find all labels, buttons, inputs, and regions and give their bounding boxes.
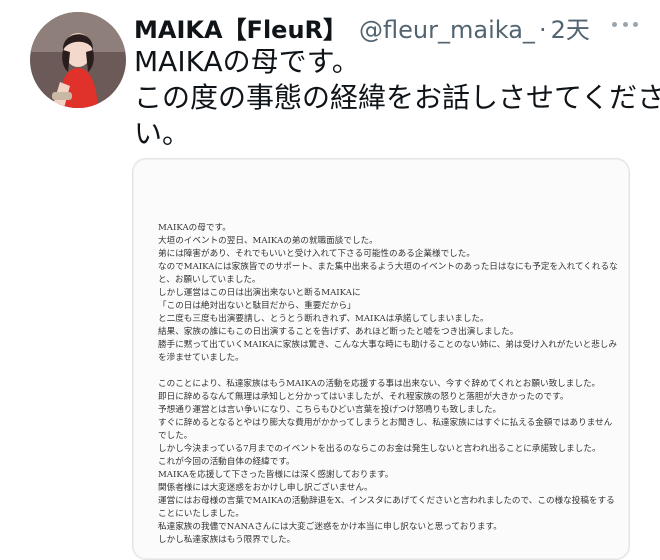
doc-line: でした。: [158, 431, 193, 441]
doc-line: と二度も三度も出演要請し、とうとう断れきれず、MAIKAは承諾してしまいました。: [158, 314, 489, 324]
doc-line: 予想通り運営とは言い争いになり、こちらもひどい言葉を投げつけ怒鳴りも致しました。: [158, 405, 502, 415]
doc-line: 関係者様には大変迷惑をおかけし申し訳ございません。: [158, 483, 373, 493]
dot-icon: [622, 21, 628, 27]
doc-line: なのでMAIKAには家族皆でのサポート、また集中出来るよう大垣のイベントのあった…: [158, 262, 618, 272]
user-handle[interactable]: @fleur_maika_: [359, 16, 535, 44]
doc-line: MAIKAの母です。: [158, 223, 231, 233]
doc-line: これが今回の活動自体の経緯です。: [158, 457, 295, 467]
dot-icon: [612, 21, 617, 27]
doc-line: 私達家族の我儘でNANAさんには大変ご迷惑をかけ本当に申し訳ないと思っております…: [158, 522, 502, 532]
doc-line: 即日に辞めるなんて無理は承知しと分かってはいましたが、それ程家族の怒りと落胆が大…: [158, 392, 569, 402]
dot-icon: [633, 21, 638, 27]
tweet-text-line: MAIKAの母です。: [134, 45, 360, 78]
doc-line: 運営にはお母様の言葉でMAIKAの活動辞退をX、インスタにあげてくださいと言われ…: [158, 496, 615, 506]
avatar[interactable]: [30, 12, 126, 108]
statement-document: MAIKAの母です。 大垣のイベントの翌日、MAIKAの弟の就職面談でした。 弟…: [158, 222, 618, 547]
tweet-text-line: この度の事態の経緯をお話しさせてくださ: [134, 81, 660, 114]
doc-line: と、お願いしていました。: [158, 275, 261, 285]
doc-line: しかし運営はこの日は出演出来ないと断るMAIKAに: [158, 288, 361, 298]
doc-line: すぐに辞めるとなるとやはり膨大な費用がかかってしまうとお聞きし、私達家族にはすぐ…: [158, 418, 613, 428]
timestamp[interactable]: 2天: [551, 10, 590, 45]
doc-line: しかし今決まっている7月までのイベントを出るのならこのお金は発生しないと言われ出…: [158, 444, 601, 454]
doc-line: 「この日は絶対出ないと駄目だから、重要だから」: [158, 301, 356, 311]
avatar-image: [30, 12, 126, 108]
tweet-text-line: い。: [134, 117, 191, 150]
more-options-icon[interactable]: [612, 14, 638, 34]
doc-line: MAIKAを応援して下さった皆様には深く感謝しております。: [158, 470, 394, 480]
doc-line: 弟には障害があり、それでもいいと受け入れて下さる可能性のある企業様でした。: [158, 249, 475, 259]
doc-line: このことにより、私達家族はもうMAIKAの活動を応援する事は出来ない、今すぐ辞め…: [158, 379, 601, 389]
doc-line: を滲ませていました。: [158, 353, 244, 363]
doc-line: 結果、家族の誰にもこの日出演することを告げず、あれほど断ったと嘘をつき出演しまし…: [158, 327, 519, 337]
doc-line: 勝手に黙って出ていくMAIKAに家族は驚き、こんな大事な時にも助けることのない姉…: [158, 340, 617, 350]
doc-line: 大垣のイベントの翌日、MAIKAの弟の就職面談でした。: [158, 236, 378, 246]
tweet-text: MAIKAの母です。 この度の事態の経緯をお話しさせてくださ い。: [134, 44, 660, 152]
separator: ·: [538, 16, 547, 44]
doc-line: しかし私達家族はもう限界でした。: [158, 535, 296, 545]
doc-line: ことにいたしました。: [158, 509, 244, 519]
display-name[interactable]: MAIKA【FleuR】: [134, 10, 347, 45]
tweet-header: MAIKA【FleuR】 @fleur_maika_ · 2天: [134, 10, 590, 44]
